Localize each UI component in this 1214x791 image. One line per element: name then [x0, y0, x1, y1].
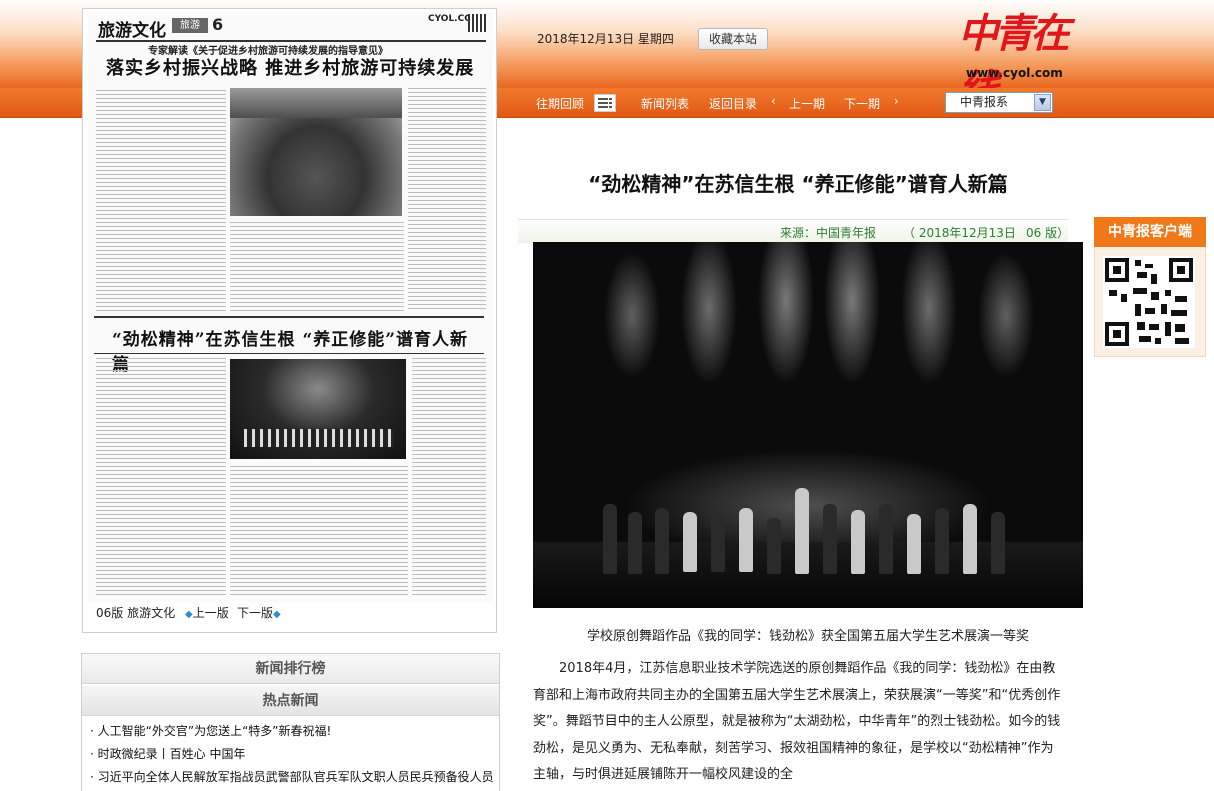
article-source: 来源：中国青年报 — [780, 226, 877, 240]
prev-page-link[interactable]: ◆上一版 — [185, 604, 229, 621]
ranking-subtitle[interactable]: 热点新闻 — [82, 686, 499, 716]
article-photo — [533, 242, 1083, 608]
paper-text-block — [412, 358, 486, 598]
performer-figure — [795, 488, 809, 574]
performer-figure — [907, 514, 921, 574]
site-logo[interactable]: 中青在线 www.cyol.com — [958, 6, 1070, 113]
paper-sub-headline[interactable]: “劲松精神”在苏信生根 “养正修能”谱育人新篇 — [94, 316, 484, 375]
ranking-item[interactable]: · 习近平向全体人民解放军指战员武警部队官兵军队文职人员民兵预备役人员 — [90, 768, 494, 785]
performer-figure — [767, 518, 781, 574]
next-page-link[interactable]: 下一版◆ — [237, 604, 281, 621]
performer-figure — [851, 510, 865, 574]
chevron-left-icon: ‹ — [771, 94, 776, 108]
chevron-down-icon[interactable]: ▼ — [1034, 94, 1051, 111]
photo-caption: 学校原创舞蹈作品《我的同学：钱劲松》获全国第五届大学生艺术展演一等奖 — [586, 629, 1029, 644]
paper-select[interactable]: 中青报系 ▼ — [945, 92, 1053, 113]
paper-photo-dance — [230, 359, 406, 459]
logo-url: www.cyol.com — [966, 66, 1063, 80]
performer-figure — [655, 508, 669, 574]
nav-back-to-index[interactable]: 返回目录 — [709, 95, 757, 112]
nav-next-issue[interactable]: 下一期 — [844, 95, 880, 112]
performer-figure — [991, 512, 1005, 574]
pager-label: 06版 旅游文化 — [96, 606, 176, 620]
paper-page-number: 6 — [212, 15, 224, 34]
bookmark-button[interactable]: 收藏本站 — [698, 28, 768, 50]
paper-text-block — [230, 466, 408, 598]
paper-text-block — [230, 222, 404, 314]
performer-figure — [603, 504, 617, 574]
paper-qr-icon — [468, 14, 486, 32]
nav-news-list[interactable]: 新闻列表 — [641, 95, 689, 112]
current-date: 2018年12月13日 星期四 — [537, 32, 674, 46]
performer-figure — [628, 512, 642, 574]
menu-list-icon[interactable] — [594, 94, 616, 112]
performer-figure — [711, 514, 725, 572]
arrow-left-icon: ◆ — [185, 609, 193, 620]
prev-page-label: 上一版 — [192, 606, 229, 620]
arrow-right-icon: ◆ — [273, 609, 281, 620]
performer-figure — [963, 504, 977, 574]
nav-prev-issue[interactable]: 上一期 — [789, 95, 825, 112]
paper-text-block — [96, 90, 226, 314]
performer-figure — [739, 508, 753, 572]
paper-text-block — [96, 358, 226, 598]
paper-text-block — [408, 88, 486, 312]
chevron-right-icon: › — [894, 94, 899, 108]
performer-figure — [823, 504, 837, 574]
article-body: 2018年4月，江苏信息职业技术学院选送的原创舞蹈作品《我的同学：钱劲松》在由教… — [533, 661, 1061, 782]
paper-select-value: 中青报系 — [960, 95, 1009, 109]
performer-figure — [879, 504, 893, 574]
ranking-title: 新闻排行榜 — [82, 654, 499, 684]
paper-photo-village — [230, 88, 402, 216]
nav-past-review[interactable]: 往期回顾 — [536, 95, 584, 112]
article-title: “劲松精神”在苏信生根 “养正修能”谱育人新篇 — [588, 172, 1008, 196]
paper-section-title: 旅游文化 — [98, 21, 166, 41]
paper-page-image[interactable]: 旅游文化 旅游 6 CYOL.COM 专家解读《关于促进乡村旅游可持续发展的指导… — [88, 12, 493, 602]
performer-figure — [935, 508, 949, 574]
ranking-item[interactable]: · 人工智能“外交官”为您送上“特多”新春祝福! — [90, 722, 331, 739]
article-date: （ 2018年12月13日 — [903, 226, 1016, 240]
paper-headline: 落实乡村振兴战略 推进乡村旅游可持续发展 — [106, 58, 475, 79]
client-title[interactable]: 中青报客户端 — [1094, 217, 1206, 247]
performer-figure — [683, 512, 697, 572]
ranking-item[interactable]: · 时政微纪录丨百姓心 中国年 — [90, 745, 245, 762]
next-page-label: 下一版 — [237, 606, 274, 620]
article-page: 06 版） — [1026, 226, 1070, 240]
qr-code-icon — [1103, 256, 1195, 348]
paper-section-badge: 旅游 — [172, 18, 208, 33]
